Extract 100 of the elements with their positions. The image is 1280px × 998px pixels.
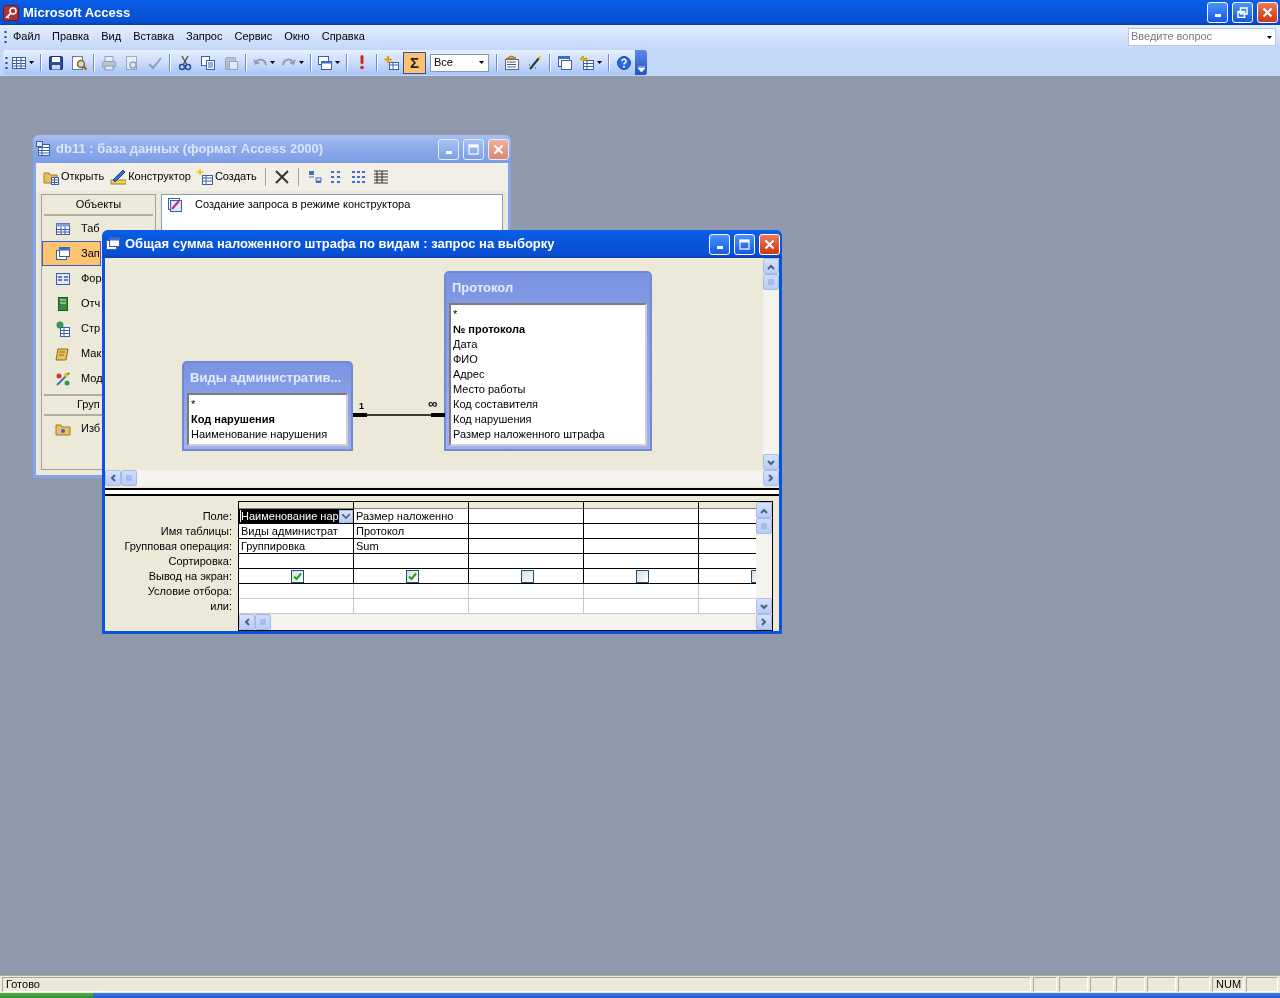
relation-label: ∞ xyxy=(428,397,438,410)
splitter[interactable] xyxy=(105,488,779,496)
window-title: db11 : база данных (формат Access 2000) xyxy=(56,141,325,157)
field-item[interactable]: Размер наложенного штрафа xyxy=(451,427,645,442)
toolbar-button[interactable]: Создать xyxy=(194,168,259,186)
field-item[interactable]: Код нарушения xyxy=(189,412,346,427)
dropdown-button[interactable] xyxy=(339,509,353,523)
field-item[interactable]: Наименование нарушения xyxy=(189,427,346,442)
grid-cell[interactable] xyxy=(469,524,584,539)
field-item[interactable]: № протокола xyxy=(451,322,645,337)
grid-cell[interactable] xyxy=(584,524,699,539)
menu-item[interactable]: Окно xyxy=(278,28,316,46)
field-item[interactable]: Код составителя xyxy=(451,397,645,412)
object-item[interactable]: Мак xyxy=(42,341,101,366)
grid-cell[interactable]: Размер наложенно xyxy=(354,509,469,524)
menu-item[interactable]: Вставка xyxy=(127,28,180,46)
question-box[interactable]: Введите вопрос xyxy=(1128,28,1276,46)
field-item[interactable]: ФИО xyxy=(451,352,645,367)
window-icon xyxy=(556,54,573,71)
grid-cell[interactable] xyxy=(354,554,469,569)
objects-header[interactable]: Объекты xyxy=(44,195,153,216)
toolbar-button[interactable]: Конструктор xyxy=(108,168,193,186)
menu-item[interactable]: Справка xyxy=(315,28,371,46)
scroll-right-button[interactable] xyxy=(763,470,779,486)
caret-icon xyxy=(479,61,484,64)
scroll-left-button[interactable] xyxy=(239,614,255,630)
row-label: Вывод на экран: xyxy=(147,569,232,584)
show-checkbox[interactable] xyxy=(635,569,649,583)
grid-cell[interactable] xyxy=(469,554,584,569)
query-icon xyxy=(105,236,121,252)
grid-cell[interactable] xyxy=(584,509,699,524)
menu-item[interactable]: Вид xyxy=(95,28,128,46)
caret-icon xyxy=(29,61,34,64)
table-title: Виды административ... xyxy=(189,369,343,388)
menu-item[interactable]: Файл xyxy=(7,28,47,46)
toolbar-options-button[interactable] xyxy=(635,50,647,75)
row-label: Условие отбора: xyxy=(146,584,232,599)
scroll-thumb[interactable] xyxy=(255,614,271,630)
scroll-left-button[interactable] xyxy=(105,470,121,486)
field-item[interactable]: Код нарушения xyxy=(451,412,645,427)
start-button[interactable] xyxy=(0,993,93,998)
copy-icon xyxy=(199,54,216,71)
minimize-icon xyxy=(716,245,723,249)
form-icon xyxy=(55,270,71,287)
grid-cell[interactable]: Протокол xyxy=(354,524,469,539)
object-item[interactable]: Зап xyxy=(42,241,101,266)
toolbar-button[interactable]: Открыть xyxy=(41,168,107,186)
num-lock-indicator: NUM xyxy=(1212,977,1244,992)
field-item[interactable]: Адрес xyxy=(451,367,645,382)
field-item[interactable]: Дата xyxy=(451,337,645,352)
field-item[interactable]: Место работы xyxy=(451,382,645,397)
restore-button[interactable] xyxy=(1232,2,1253,23)
scroll-down-button[interactable] xyxy=(763,454,779,470)
scroll-thumb[interactable] xyxy=(756,518,772,534)
menu-item[interactable]: Правка xyxy=(46,28,96,46)
grid-cell[interactable] xyxy=(239,554,354,569)
row-label: Сортировка: xyxy=(167,554,232,569)
grid-cell[interactable] xyxy=(584,539,699,554)
close-icon xyxy=(1262,7,1273,18)
grid-cell[interactable]: Группировка xyxy=(239,539,354,554)
menu-item[interactable]: Запрос xyxy=(180,28,229,46)
menu-item[interactable]: Сервис xyxy=(228,28,279,46)
groups-header[interactable]: Груп xyxy=(77,398,100,412)
printer-icon xyxy=(100,54,117,71)
grid-cell[interactable]: Sum xyxy=(354,539,469,554)
object-item[interactable]: Таб xyxy=(42,216,101,241)
maximize-icon xyxy=(739,238,750,250)
top-values-combo[interactable]: Все xyxy=(430,53,489,72)
group-item[interactable]: Изб xyxy=(42,416,101,441)
field-item[interactable]: * xyxy=(451,307,645,322)
totals-button[interactable]: Σ xyxy=(403,51,426,74)
scroll-right-button[interactable] xyxy=(756,614,772,630)
object-item[interactable]: Мод xyxy=(42,366,101,391)
list-item[interactable]: Создание запроса в режиме конструктора xyxy=(162,195,502,215)
grid-cell[interactable] xyxy=(469,509,584,524)
close-button[interactable] xyxy=(488,138,509,160)
object-item[interactable]: Фор xyxy=(42,266,101,291)
show-checkbox[interactable] xyxy=(290,569,304,583)
grid-cell[interactable] xyxy=(584,554,699,569)
show-checkbox[interactable] xyxy=(520,569,534,583)
clipboard-icon xyxy=(222,54,239,71)
scroll-thumb[interactable] xyxy=(121,470,137,486)
table-title: Протокол xyxy=(451,279,515,298)
scroll-up-button[interactable] xyxy=(756,502,772,518)
object-item[interactable]: Стр xyxy=(42,316,101,341)
object-item[interactable]: Отч xyxy=(42,291,101,316)
key-icon xyxy=(3,4,19,21)
grid-cell[interactable]: Виды администрат xyxy=(239,524,354,539)
exclamation-icon xyxy=(359,55,364,70)
scroll-down-button[interactable] xyxy=(756,598,772,614)
maximize-button[interactable] xyxy=(463,138,484,160)
field-item[interactable]: * xyxy=(189,397,346,412)
grid-cell[interactable] xyxy=(469,539,584,554)
page-icon xyxy=(55,320,71,337)
show-checkbox[interactable] xyxy=(405,569,419,583)
window-title: Microsoft Access xyxy=(23,4,132,21)
minimize-button[interactable] xyxy=(438,138,459,160)
scroll-up-button[interactable] xyxy=(763,258,779,274)
scroll-thumb[interactable] xyxy=(763,274,779,290)
check-icon xyxy=(292,571,302,581)
